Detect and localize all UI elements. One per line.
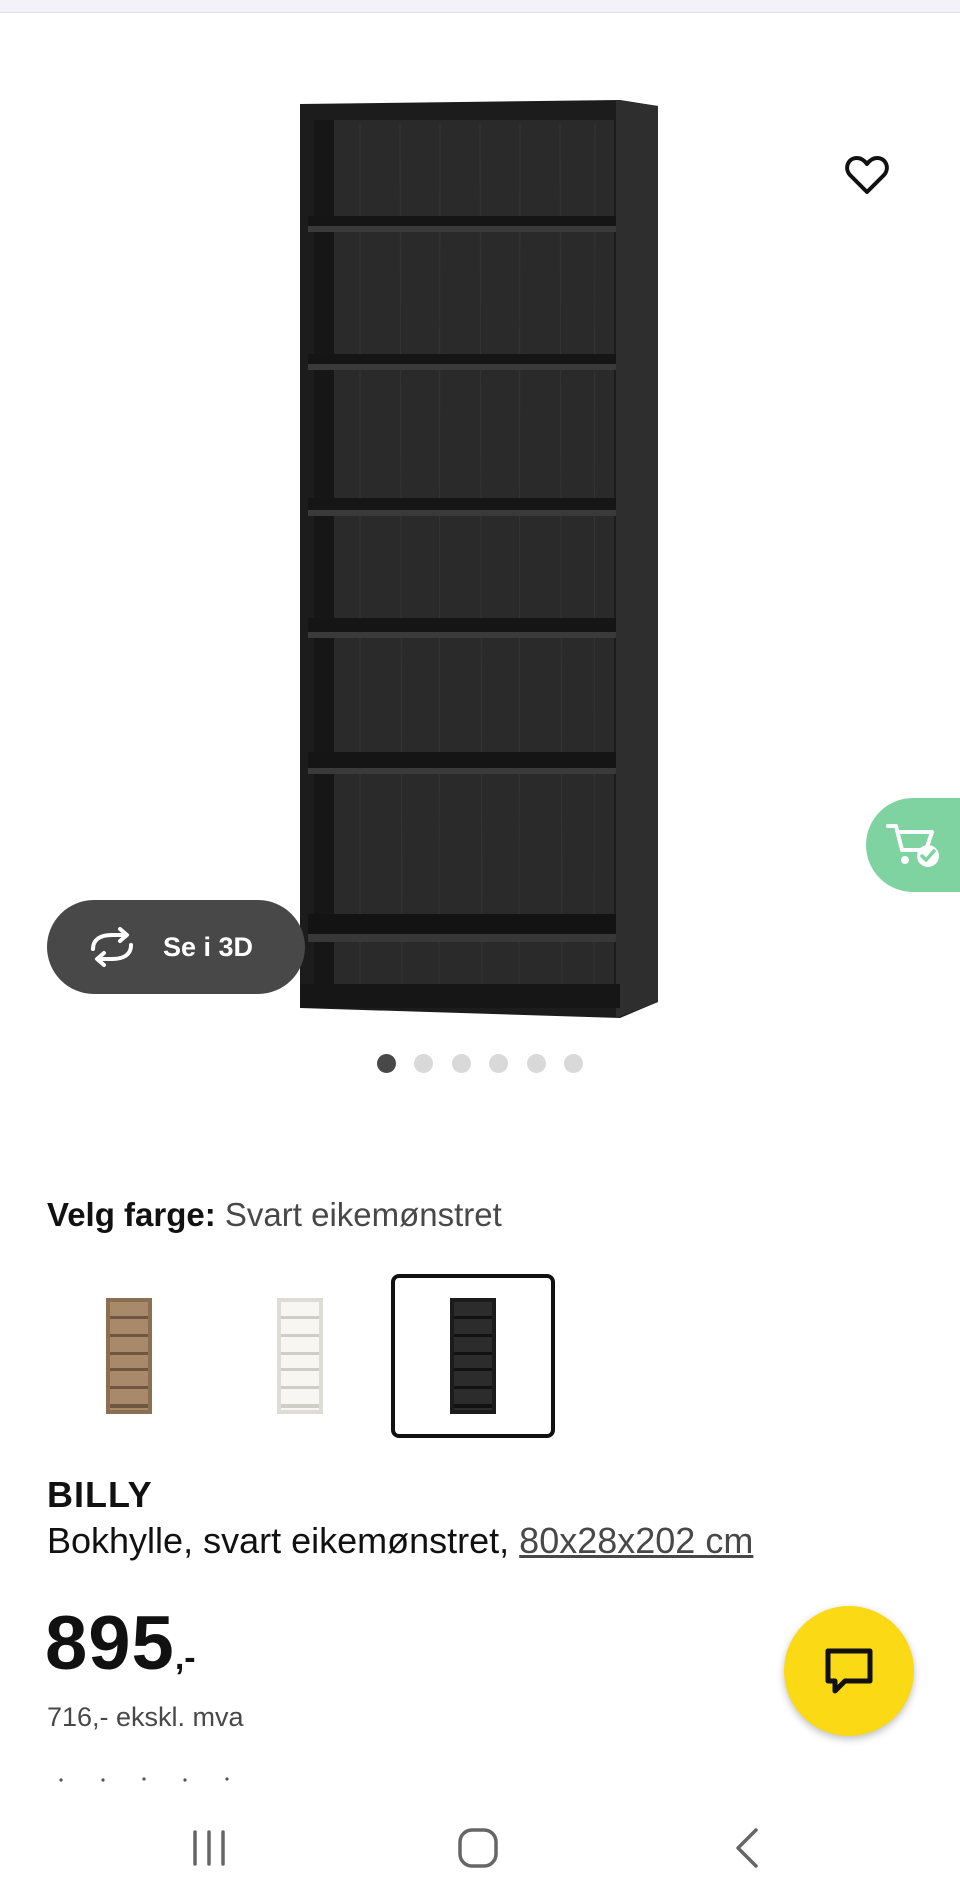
bookcase-black-thumbnail (450, 1298, 496, 1414)
color-option-brown-oak[interactable] (47, 1274, 211, 1438)
nav-back-button[interactable] (712, 1818, 782, 1878)
gallery-dot-5[interactable] (527, 1054, 546, 1073)
home-icon (458, 1828, 498, 1868)
system-navigation-bar (0, 1794, 960, 1895)
product-size-link[interactable]: 80x28x202 cm (519, 1520, 753, 1561)
view-in-3d-label: Se i 3D (163, 931, 254, 962)
heart-icon (845, 156, 889, 194)
bookcase-brown-thumbnail (106, 1298, 152, 1414)
cart-added-icon (886, 824, 939, 867)
color-selector-label: Velg farge: Svart eikemønstret (47, 1196, 502, 1234)
product-image-gallery[interactable]: Se i 3D (0, 14, 960, 1074)
price-amount: 895 (45, 1601, 175, 1686)
price-suffix: ,- (174, 1639, 196, 1677)
chat-button[interactable] (784, 1606, 914, 1736)
rotate-3d-icon (91, 927, 133, 967)
gallery-dot-2[interactable] (414, 1054, 433, 1073)
bookcase-white-thumbnail (277, 1298, 323, 1414)
recents-icon (193, 1830, 225, 1866)
cart-added-indicator[interactable] (866, 798, 960, 892)
color-label: Velg farge: (47, 1196, 216, 1233)
top-status-strip (0, 0, 960, 13)
favorite-button[interactable] (838, 146, 896, 204)
color-selected-value: Svart eikemønstret (224, 1196, 502, 1233)
price-excluding-vat: 716,- ekskl. mva (47, 1702, 244, 1732)
product-type: Bokhylle, svart eikemønstret, (47, 1520, 510, 1561)
rating-stars-partial (59, 1777, 229, 1782)
product-price: 895,- (45, 1600, 196, 1687)
product-image-bookcase-black (300, 100, 658, 1018)
gallery-dot-4[interactable] (489, 1054, 508, 1073)
nav-home-button[interactable] (443, 1818, 513, 1878)
gallery-dot-1[interactable] (377, 1054, 396, 1073)
gallery-dot-3[interactable] (452, 1054, 471, 1073)
chat-bubble-icon (825, 1648, 873, 1694)
nav-recents-button[interactable] (174, 1818, 244, 1878)
back-icon (736, 1828, 758, 1868)
gallery-pagination (0, 1052, 960, 1076)
view-in-3d-button[interactable]: Se i 3D (47, 900, 305, 994)
product-description: Bokhylle, svart eikemønstret, 80x28x202 … (47, 1520, 753, 1562)
product-name: BILLY (47, 1474, 153, 1515)
color-option-white[interactable] (218, 1274, 382, 1438)
color-option-black-oak[interactable] (391, 1274, 555, 1438)
gallery-dot-6[interactable] (564, 1054, 583, 1073)
